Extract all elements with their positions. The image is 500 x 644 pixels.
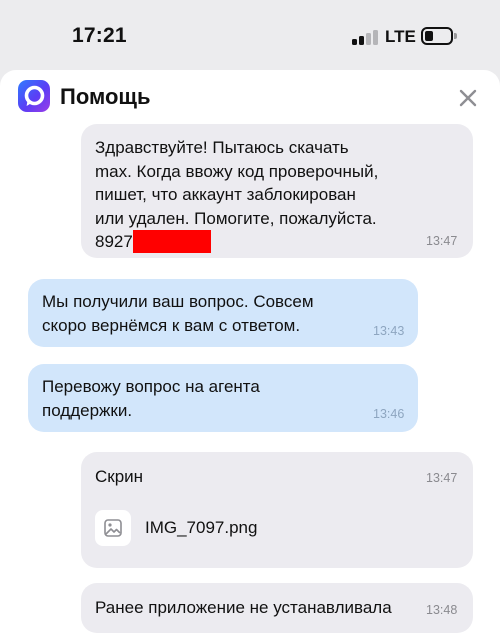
status-time: 17:21: [72, 24, 127, 47]
outgoing-message[interactable]: Скрин 13:47 IMG_7097.png: [81, 452, 473, 568]
file-attachment[interactable]: IMG_7097.png: [95, 510, 395, 548]
incoming-message[interactable]: Перевожу вопрос на агента поддержки. 13:…: [28, 364, 418, 432]
message-time: 13:46: [373, 407, 405, 421]
phone-prefix: 8927: [95, 232, 133, 251]
image-file-icon: [95, 510, 131, 546]
message-text-line: или удален. Помогите, пожалуйста.: [95, 208, 377, 228]
message-text-line: Перевожу вопрос на агента: [42, 377, 260, 396]
message-text-line: max. Когда ввожу код проверочный,: [95, 161, 379, 181]
message-text-line: Здравствуйте! Пытаюсь скачать: [95, 138, 349, 157]
chat-messages: Здравствуйте! Пытаюсь скачать max. Когда…: [0, 124, 500, 644]
max-logo-icon: [18, 80, 50, 112]
message-text-line: Скрин: [95, 467, 144, 486]
message-time: 13:43: [373, 324, 405, 338]
network-type: LTE: [385, 27, 416, 46]
battery-icon: [421, 27, 457, 45]
outgoing-message[interactable]: Здравствуйте! Пытаюсь скачать max. Когда…: [81, 124, 473, 258]
message-time: 13:47: [426, 471, 458, 485]
message-text-line: поддержки.: [42, 400, 133, 420]
close-icon[interactable]: [456, 86, 480, 110]
sheet-header: Помощь: [0, 70, 500, 126]
message-text-line: пишет, что аккаунт заблокирован: [95, 185, 356, 204]
phone-number-line: 8927: [95, 230, 465, 254]
message-text-line: Мы получили ваш вопрос. Совсем: [42, 292, 314, 311]
message-text-line: Ранее приложение не устанавливала: [95, 598, 392, 617]
file-name: IMG_7097.png: [145, 518, 258, 537]
incoming-message[interactable]: Мы получили ваш вопрос. Совсем скоро вер…: [28, 279, 418, 347]
status-bar: 17:21 LTE: [0, 0, 500, 72]
help-sheet: Помощь Здравствуйте! Пытаюсь скачать max…: [0, 70, 500, 644]
outgoing-message[interactable]: Ранее приложение не устанавливала 13:48: [81, 583, 473, 633]
message-time: 13:48: [426, 603, 458, 617]
signal-strength-icon: [352, 29, 380, 45]
page-title: Помощь: [60, 84, 151, 109]
redaction-box: [132, 230, 211, 253]
message-time: 13:47: [426, 234, 458, 248]
message-text-line: скоро вернёмся к вам с ответом.: [42, 315, 301, 335]
